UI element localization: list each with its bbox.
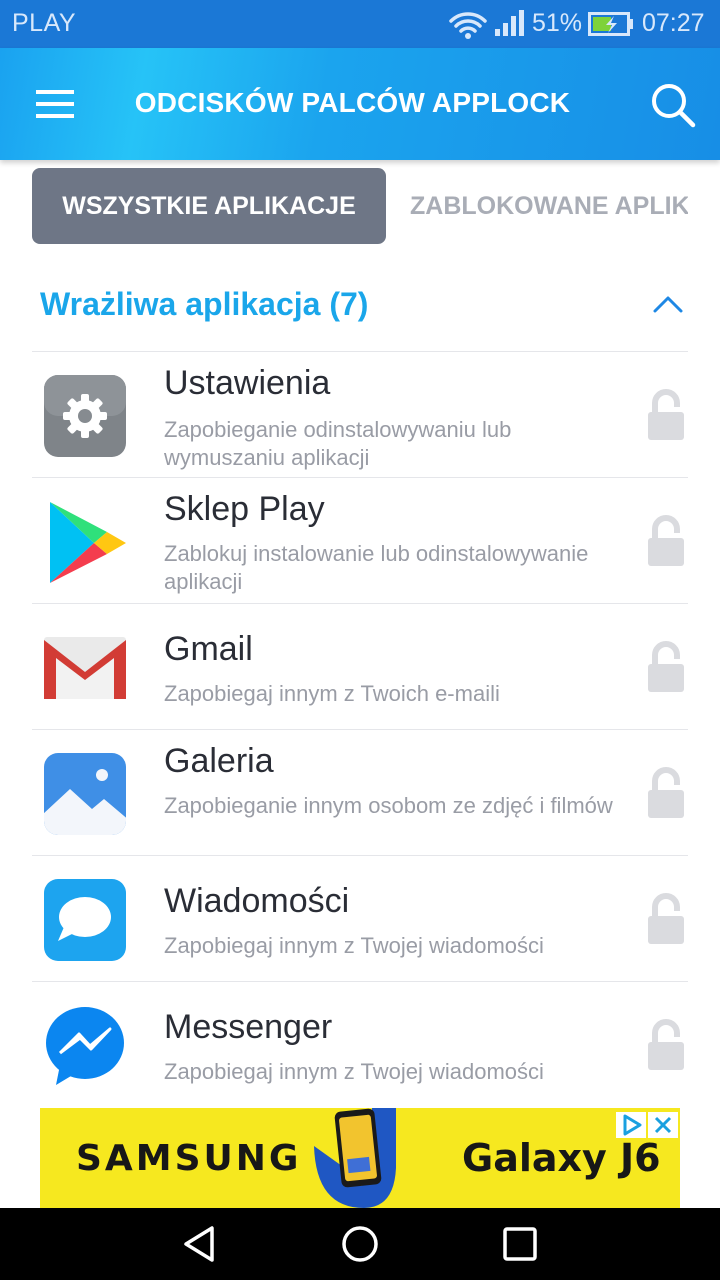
recent-apps-icon[interactable] [500,1224,540,1264]
ad-brand: SAMSUNG [76,1138,302,1179]
settings-icon [44,375,126,457]
app-name: Messenger [164,1008,333,1046]
app-title: ODCISKÓW PALCÓW APPLOCK [134,87,571,118]
section-title: Wrażliwa aplikacja (7) [40,286,369,322]
status-bar: PLAY 51% 07:27 [0,0,720,48]
gmail-icon [44,637,126,699]
ad-product: Galaxy J6 [462,1136,661,1180]
messenger-icon [46,1007,124,1085]
chevron-up-icon[interactable] [652,292,684,316]
list-item[interactable]: Gmail Zapobiegaj innym z Twoich e-maili [32,604,688,730]
phone-image [314,1108,396,1208]
signal-icon [495,10,524,36]
list-item[interactable]: Wiadomości Zapobiegaj innym z Twojej wia… [32,856,688,982]
wifi-icon [449,12,487,39]
app-description: Zapobieganie odinstalowywaniu lub wymusz… [164,417,512,470]
app-description: Zablokuj instalowanie lub odinstalowywan… [164,541,589,594]
app-bar: ODCISKÓW PALCÓW APPLOCK [0,48,720,160]
section-header[interactable]: Wrażliwa aplikacja (7) [32,262,688,352]
tab-bar: WSZYSTKIE APLIKACJE ZABLOKOWANE APLIKACJ… [0,160,720,260]
app-description: Zapobiegaj innym z Twojej wiadomości [164,1059,544,1084]
app-name: Wiadomości [164,882,350,920]
lock-icon[interactable] [646,766,686,820]
home-icon[interactable] [340,1224,380,1264]
carrier-name: PLAY [12,9,77,37]
list-item[interactable]: Messenger Zapobiegaj innym z Twojej wiad… [32,982,688,1108]
back-icon[interactable] [180,1224,220,1264]
app-description: Zapobiegaj innym z Twoich e-maili [164,681,500,706]
lock-icon[interactable] [646,1018,686,1072]
ad-banner[interactable]: SAMSUNG Galaxy J6 [40,1108,680,1208]
play-store-icon [50,502,126,583]
app-name: Sklep Play [164,490,325,528]
ad-choices-icon[interactable] [616,1112,646,1138]
close-icon[interactable] [648,1112,678,1138]
battery-charging-icon [588,12,633,36]
app-name: Gmail [164,630,253,668]
app-description: Zapobiegaj innym z Twojej wiadomości [164,933,544,958]
app-list: Ustawienia Zapobieganie odinstalowywaniu… [32,352,688,1108]
gallery-icon [44,753,126,835]
app-name: Galeria [164,742,274,780]
list-item[interactable]: Sklep Play Zablokuj instalowanie lub odi… [32,478,688,604]
app-description: Zapobieganie innym osobom ze zdjęć i fil… [164,793,613,818]
lock-icon[interactable] [646,892,686,946]
tab-all-apps[interactable]: WSZYSTKIE APLIKACJE [32,168,386,244]
list-item[interactable]: Ustawienia Zapobieganie odinstalowywaniu… [32,352,688,478]
lock-icon[interactable] [646,514,686,568]
lock-icon[interactable] [646,640,686,694]
navigation-bar [0,1208,720,1280]
clock: 07:27 [642,9,705,37]
battery-percent: 51% [532,9,583,37]
tab-locked-apps[interactable]: ZABLOKOWANE APLIKACJE [410,168,688,244]
list-item[interactable]: Galeria Zapobieganie innym osobom ze zdj… [32,730,688,856]
messages-icon [44,879,126,961]
lock-icon[interactable] [646,388,686,442]
app-name: Ustawienia [164,364,331,402]
search-icon[interactable] [645,77,701,133]
